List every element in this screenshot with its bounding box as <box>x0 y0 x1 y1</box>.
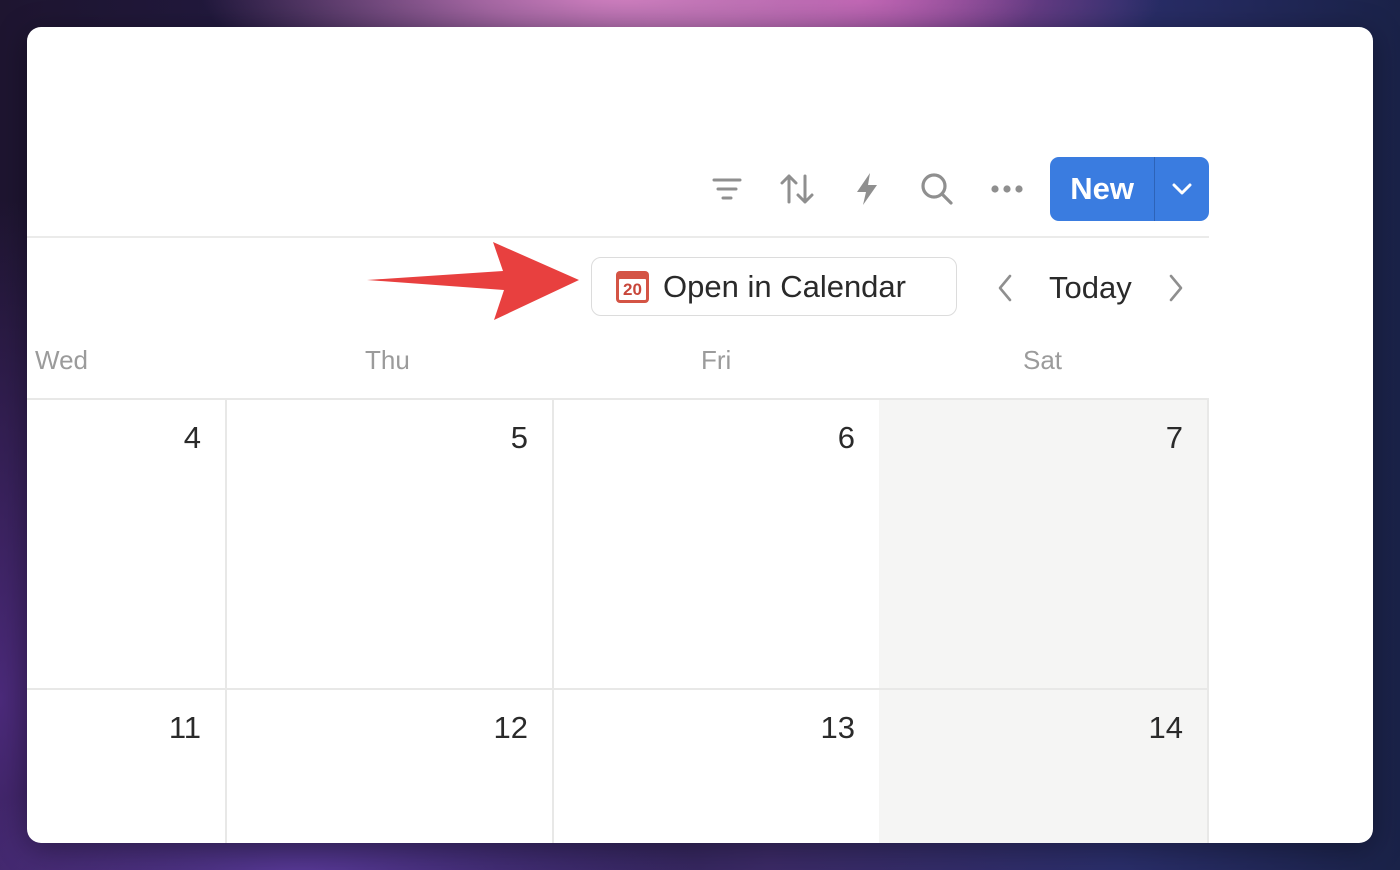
calendar-icon-date: 20 <box>619 278 646 300</box>
day-cell[interactable]: 11 <box>27 688 227 843</box>
day-number: 14 <box>1148 710 1183 745</box>
weekday-label: Fri <box>701 345 732 375</box>
new-dropdown-button[interactable] <box>1155 157 1209 221</box>
new-button[interactable]: New <box>1050 157 1154 221</box>
weekday-label: Sat <box>1023 345 1063 375</box>
day-cell[interactable]: 13 <box>552 688 881 843</box>
weekday-label: Thu <box>365 345 410 375</box>
chevron-left-icon <box>998 274 1012 302</box>
automation-icon[interactable] <box>832 164 902 214</box>
app-window: New 20 Open in Calendar Today Wed Thu Fr… <box>27 27 1373 843</box>
day-number: 4 <box>183 420 201 455</box>
toolbar-divider <box>27 236 1209 238</box>
new-button-group: New <box>1050 157 1209 221</box>
weekday-header: Wed Thu Fri Sat <box>27 345 1209 385</box>
day-number: 12 <box>493 710 528 745</box>
day-cell-weekend[interactable]: 14 <box>879 688 1209 843</box>
day-number: 7 <box>1165 420 1183 455</box>
day-number: 13 <box>820 710 855 745</box>
day-cell[interactable]: 5 <box>225 398 554 688</box>
day-number: 5 <box>510 420 528 455</box>
chevron-right-icon <box>1169 274 1183 302</box>
calendar-grid: 4 5 6 7 11 12 13 14 <box>27 398 1209 843</box>
date-navigation: Today <box>987 263 1194 313</box>
annotation-arrow-icon <box>367 242 579 320</box>
day-cell[interactable]: 12 <box>225 688 554 843</box>
search-icon[interactable] <box>902 164 972 214</box>
day-cell[interactable]: 6 <box>552 398 881 688</box>
more-icon[interactable] <box>972 164 1042 214</box>
filter-icon[interactable] <box>692 164 762 214</box>
previous-button[interactable] <box>987 274 1023 302</box>
sort-icon[interactable] <box>762 164 832 214</box>
calendar-icon: 20 <box>616 270 649 303</box>
day-cell[interactable]: 4 <box>27 398 227 688</box>
open-in-calendar-label: Open in Calendar <box>663 268 906 304</box>
next-button[interactable] <box>1158 274 1194 302</box>
day-cell-weekend[interactable]: 7 <box>879 398 1209 688</box>
open-in-calendar-button[interactable]: 20 Open in Calendar <box>591 257 957 316</box>
database-toolbar: New <box>692 157 1209 221</box>
day-number: 6 <box>837 420 855 455</box>
weekday-label: Wed <box>35 345 88 375</box>
chevron-down-icon <box>1172 183 1192 195</box>
today-button[interactable]: Today <box>1023 270 1158 306</box>
day-number: 11 <box>168 710 201 745</box>
